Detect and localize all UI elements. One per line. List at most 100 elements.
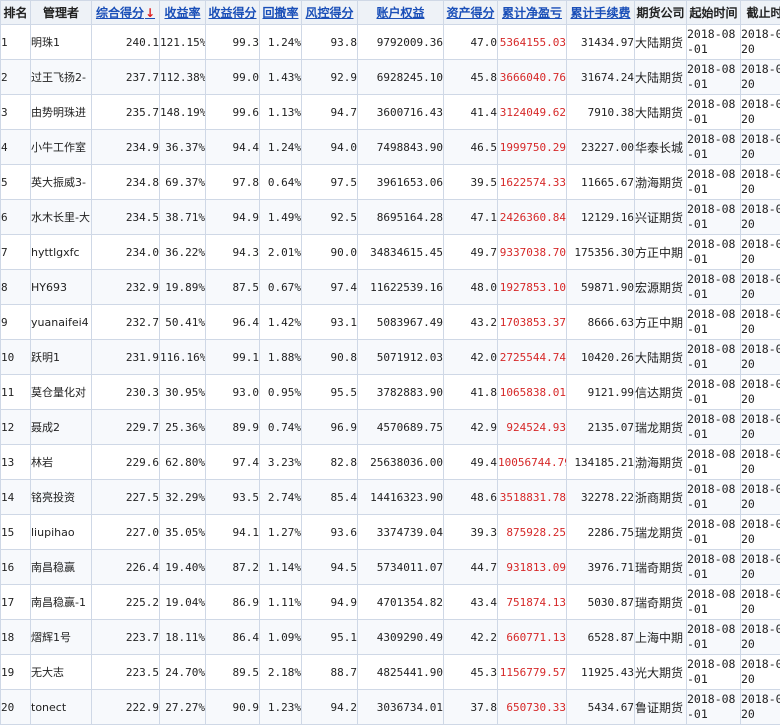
cell-manager: 林岩 xyxy=(31,445,92,480)
cell-rank: 2 xyxy=(1,60,31,95)
table-row: 13林岩229.662.80%97.43.23%82.825638036.004… xyxy=(1,445,780,480)
sort-desc-icon: ↓ xyxy=(145,6,155,20)
cell-end-time: 2018-08-20 xyxy=(741,305,780,340)
cell-total-score: 240.1 xyxy=(92,25,160,60)
cell-risk-score: 94.0 xyxy=(302,130,358,165)
cell-return-rate: 36.37% xyxy=(160,130,206,165)
cell-equity: 4309290.49 xyxy=(358,620,444,655)
cell-equity: 5734011.07 xyxy=(358,550,444,585)
cell-end-time: 2018-08-20 xyxy=(741,515,780,550)
cell-end-time: 2018-08-20 xyxy=(741,25,780,60)
cell-return-rate: 116.16% xyxy=(160,340,206,375)
cell-manager: liupihao xyxy=(31,515,92,550)
cell-risk-score: 90.0 xyxy=(302,235,358,270)
header-fees[interactable]: 累计手续费 xyxy=(567,1,635,25)
cell-return-score: 90.9 xyxy=(206,690,260,725)
cell-drawdown: 2.74% xyxy=(260,480,302,515)
header-risk-score[interactable]: 风控得分 xyxy=(302,1,358,25)
cell-return-score: 89.5 xyxy=(206,655,260,690)
cell-manager: 莫仓量化对 xyxy=(31,375,92,410)
table-body: 1明珠1240.1121.15%99.31.24%93.89792009.364… xyxy=(1,25,780,725)
cell-end-time: 2018-08-20 xyxy=(741,550,780,585)
cell-end-time: 2018-08-20 xyxy=(741,165,780,200)
cell-return-score: 99.0 xyxy=(206,60,260,95)
cell-total-score: 232.7 xyxy=(92,305,160,340)
cell-return-rate: 50.41% xyxy=(160,305,206,340)
cell-asset-score: 42.0 xyxy=(444,340,498,375)
cell-drawdown: 0.67% xyxy=(260,270,302,305)
header-equity[interactable]: 账户权益 xyxy=(358,1,444,25)
cell-total-score: 234.5 xyxy=(92,200,160,235)
header-return-rate[interactable]: 收益率 xyxy=(160,1,206,25)
cell-risk-score: 93.1 xyxy=(302,305,358,340)
cell-start-time: 2018-08-01 xyxy=(687,655,741,690)
cell-equity: 25638036.00 xyxy=(358,445,444,480)
table-row: 12聂成2229.725.36%89.90.74%96.94570689.754… xyxy=(1,410,780,445)
cell-start-time: 2018-08-01 xyxy=(687,165,741,200)
cell-net-profit: 650730.33 xyxy=(498,690,567,725)
cell-total-score: 229.6 xyxy=(92,445,160,480)
cell-rank: 3 xyxy=(1,95,31,130)
cell-return-rate: 19.89% xyxy=(160,270,206,305)
cell-net-profit: 3666040.76 xyxy=(498,60,567,95)
cell-return-score: 99.3 xyxy=(206,25,260,60)
cell-company: 信达期货 xyxy=(635,375,687,410)
cell-manager: 过王飞扬2- xyxy=(31,60,92,95)
table-row: 11莫仓量化对230.330.95%93.00.95%95.53782883.9… xyxy=(1,375,780,410)
cell-start-time: 2018-08-01 xyxy=(687,375,741,410)
cell-end-time: 2018-08-20 xyxy=(741,690,780,725)
cell-company: 兴证期货 xyxy=(635,200,687,235)
cell-rank: 7 xyxy=(1,235,31,270)
cell-total-score: 229.7 xyxy=(92,410,160,445)
cell-company: 大陆期货 xyxy=(635,60,687,95)
cell-rank: 20 xyxy=(1,690,31,725)
cell-start-time: 2018-08-01 xyxy=(687,60,741,95)
header-asset-score[interactable]: 资产得分 xyxy=(444,1,498,25)
cell-asset-score: 41.8 xyxy=(444,375,498,410)
cell-equity: 11622539.16 xyxy=(358,270,444,305)
cell-end-time: 2018-08-20 xyxy=(741,445,780,480)
cell-manager: 小牛工作室 xyxy=(31,130,92,165)
table-row: 7hyttlgxfc234.036.22%94.32.01%90.0348346… xyxy=(1,235,780,270)
cell-return-rate: 19.04% xyxy=(160,585,206,620)
cell-company: 上海中期 xyxy=(635,620,687,655)
cell-return-score: 86.4 xyxy=(206,620,260,655)
cell-net-profit: 751874.13 xyxy=(498,585,567,620)
table-row: 4小牛工作室234.936.37%94.41.24%94.07498843.90… xyxy=(1,130,780,165)
cell-equity: 9792009.36 xyxy=(358,25,444,60)
cell-total-score: 231.9 xyxy=(92,340,160,375)
cell-start-time: 2018-08-01 xyxy=(687,235,741,270)
header-net-profit[interactable]: 累计净盈亏 xyxy=(498,1,567,25)
cell-return-rate: 25.36% xyxy=(160,410,206,445)
cell-return-score: 93.0 xyxy=(206,375,260,410)
cell-equity: 3782883.90 xyxy=(358,375,444,410)
cell-manager: 跃明1 xyxy=(31,340,92,375)
cell-risk-score: 94.2 xyxy=(302,690,358,725)
cell-rank: 16 xyxy=(1,550,31,585)
cell-rank: 18 xyxy=(1,620,31,655)
header-return-score[interactable]: 收益得分 xyxy=(206,1,260,25)
cell-total-score: 223.7 xyxy=(92,620,160,655)
header-drawdown[interactable]: 回撤率 xyxy=(260,1,302,25)
cell-risk-score: 97.5 xyxy=(302,165,358,200)
table-row: 5英大振威3-234.869.37%97.80.64%97.53961653.0… xyxy=(1,165,780,200)
header-total-score[interactable]: 综合得分↓ xyxy=(92,1,160,25)
cell-drawdown: 2.01% xyxy=(260,235,302,270)
table-row: 6水木长里-大234.538.71%94.91.49%92.58695164.2… xyxy=(1,200,780,235)
cell-return-rate: 121.15% xyxy=(160,25,206,60)
cell-total-score: 226.4 xyxy=(92,550,160,585)
cell-risk-score: 82.8 xyxy=(302,445,358,480)
cell-fees: 8666.63 xyxy=(567,305,635,340)
cell-net-profit: 9337038.70 xyxy=(498,235,567,270)
cell-asset-score: 37.8 xyxy=(444,690,498,725)
cell-rank: 13 xyxy=(1,445,31,480)
cell-manager: 熠辉1号 xyxy=(31,620,92,655)
cell-drawdown: 1.42% xyxy=(260,305,302,340)
cell-net-profit: 1065838.01 xyxy=(498,375,567,410)
cell-drawdown: 3.23% xyxy=(260,445,302,480)
cell-total-score: 227.5 xyxy=(92,480,160,515)
cell-manager: tonect xyxy=(31,690,92,725)
cell-risk-score: 94.5 xyxy=(302,550,358,585)
cell-return-rate: 35.05% xyxy=(160,515,206,550)
cell-equity: 3036734.01 xyxy=(358,690,444,725)
